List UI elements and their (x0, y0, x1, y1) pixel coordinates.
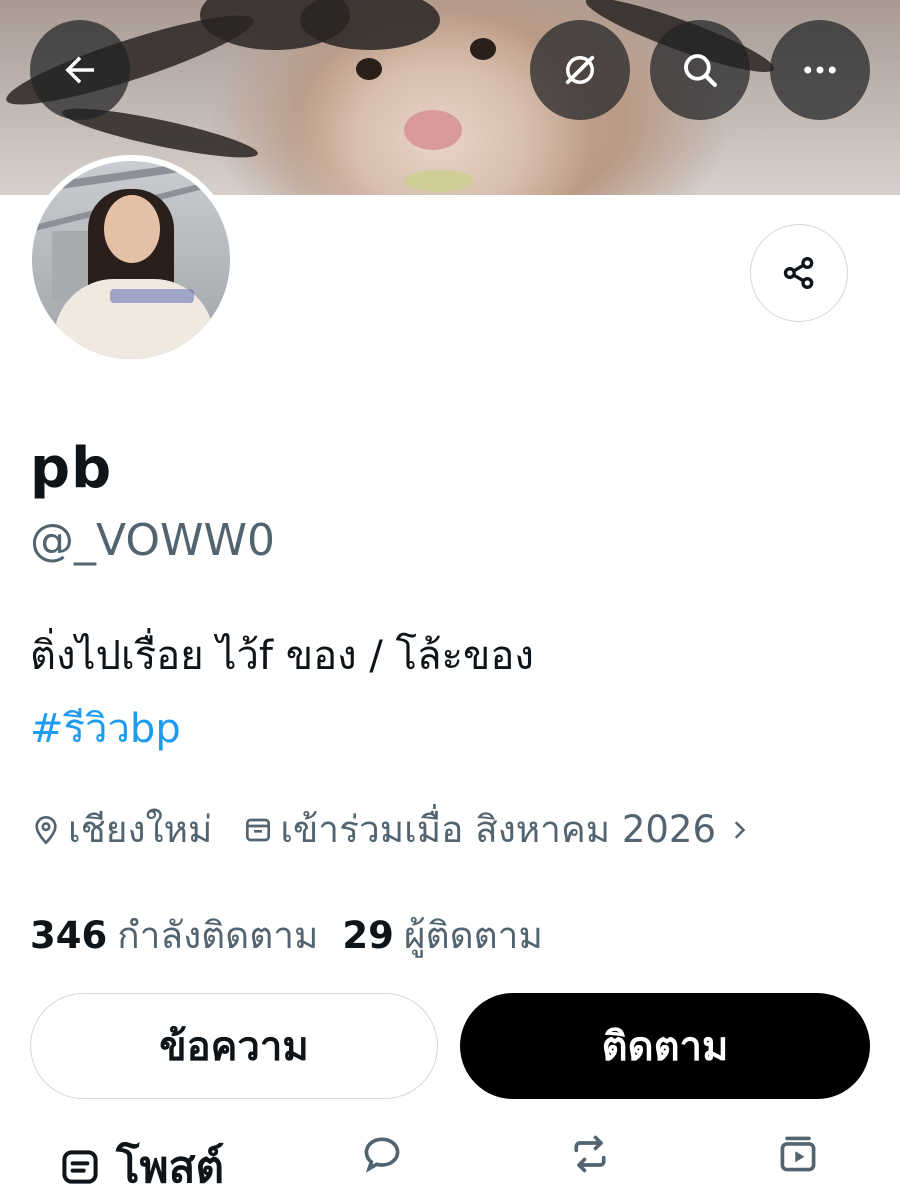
profile-meta: เชียงใหม่ เข้าร่วมเมื่อ สิงหาคม 2026 (30, 800, 754, 859)
follow-button[interactable]: ติดตาม (460, 993, 870, 1099)
reply-bubble-icon (364, 1137, 400, 1173)
followers-count: 29 (342, 914, 394, 957)
share-icon (783, 257, 814, 289)
follow-counts: 346 กำลังติดตาม 29 ผู้ติดตาม (30, 906, 543, 965)
display-name: pb (30, 436, 113, 501)
tab-posts-label: โพสต์ (116, 1142, 225, 1193)
location-pin-icon (35, 815, 57, 845)
search-button[interactable] (650, 20, 750, 120)
profile-bio: ติ่งไปเรื่อย ไว้f ของ / โล้ะของ (30, 633, 534, 679)
bio-hashtag-link[interactable]: #รีวิวbp (30, 696, 181, 760)
following-label: กำลังติดตาม (117, 914, 319, 957)
posts-icon (62, 1150, 98, 1184)
tab-reposts[interactable] (568, 1132, 612, 1176)
arrow-left-icon (65, 56, 94, 84)
avatar-photo (32, 161, 230, 359)
back-button[interactable] (30, 20, 130, 120)
tab-media[interactable] (776, 1132, 820, 1176)
tab-replies[interactable] (360, 1132, 404, 1176)
profile-avatar[interactable] (26, 155, 236, 365)
repost-icon (574, 1135, 606, 1173)
more-button[interactable] (770, 20, 870, 120)
followers-link[interactable]: 29 ผู้ติดตาม (342, 906, 542, 965)
user-handle: @_VOWW0 (30, 515, 275, 566)
following-link[interactable]: 346 กำลังติดตาม (30, 906, 318, 965)
joined-date-text: เข้าร่วมเมื่อ สิงหาคม 2026 (280, 808, 717, 851)
calendar-icon (246, 818, 271, 841)
more-horizontal-icon (804, 66, 836, 74)
following-count: 346 (30, 914, 108, 957)
slash-circle-icon (565, 55, 595, 85)
tab-posts[interactable]: โพสต์ (58, 1132, 224, 1202)
chevron-right-icon[interactable] (726, 816, 754, 844)
followers-label: ผู้ติดตาม (403, 914, 543, 957)
grok-button[interactable] (530, 20, 630, 120)
search-icon (684, 54, 717, 87)
profile-tabs: โพสต์ (0, 1122, 900, 1200)
location-text: เชียงใหม่ (68, 808, 213, 851)
message-button[interactable]: ข้อความ (30, 993, 438, 1099)
video-media-icon (780, 1136, 816, 1172)
share-button[interactable] (750, 224, 848, 322)
